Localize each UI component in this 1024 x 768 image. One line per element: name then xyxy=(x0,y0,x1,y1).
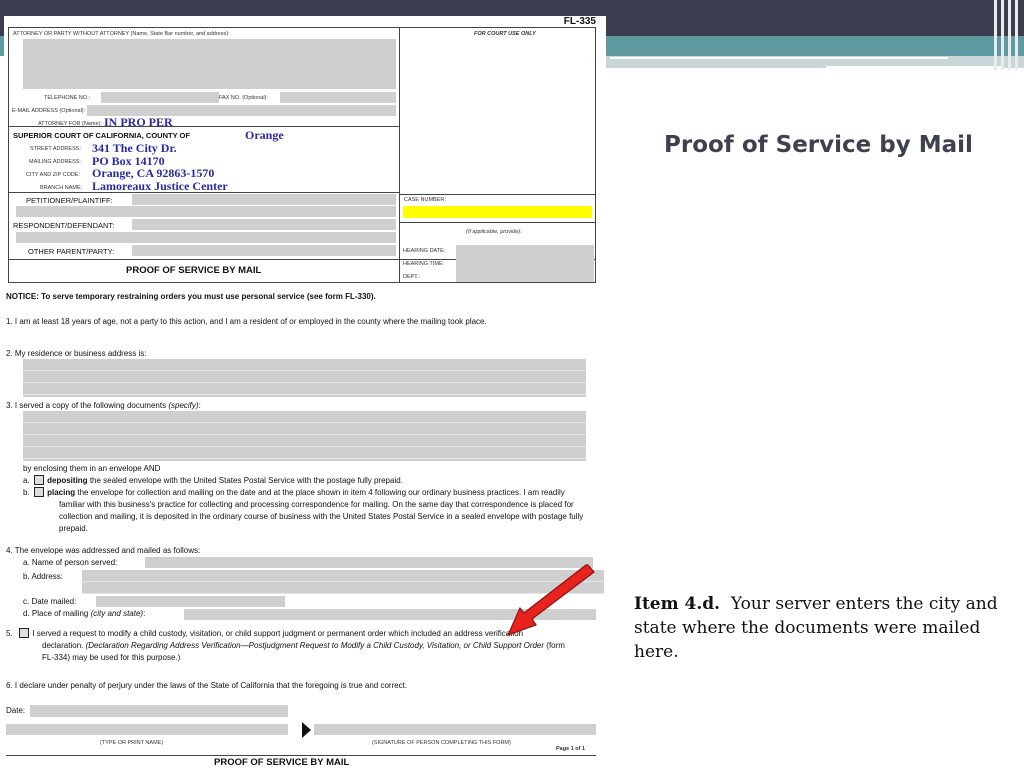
form-number: FL-335 xyxy=(563,16,596,27)
case-number-highlight xyxy=(403,206,592,218)
attorney-for-label: ATTORNEY FOR (Name): xyxy=(38,121,102,127)
attorney-label: ATTORNEY OR PARTY WITHOUT ATTORNEY (Name… xyxy=(13,31,230,37)
email-label: E-MAIL ADDRESS (Optional): xyxy=(12,108,86,114)
branch-value: Lamoreaux Justice Center xyxy=(92,179,228,193)
divider xyxy=(399,222,596,223)
checkbox-placing[interactable] xyxy=(34,487,45,497)
telephone-label: TELEPHONE NO.: xyxy=(44,95,91,101)
form-title: PROOF OF SERVICE BY MAIL xyxy=(126,265,262,276)
petitioner-redacted xyxy=(16,206,396,217)
item-4c: c. Date mailed: xyxy=(23,597,77,606)
date-mailed-redacted xyxy=(96,596,285,607)
case-number-label: CASE NUMBER: xyxy=(404,197,446,203)
enclosing-text: by enclosing them in an envelope AND xyxy=(23,464,161,473)
hearing-date-label: HEARING DATE: xyxy=(403,248,446,254)
documents-redacted xyxy=(23,411,586,461)
banner-line xyxy=(826,66,1004,68)
item-3a: a. depositing the sealed envelope with t… xyxy=(23,475,403,485)
slide-note: Item 4.d. Your server enters the city an… xyxy=(634,592,1004,664)
red-arrow-icon xyxy=(506,564,595,637)
petitioner-redacted xyxy=(132,194,396,205)
hearing-time-label: HEARING TIME: xyxy=(403,261,445,267)
note-label: Item 4.d. xyxy=(634,594,721,614)
other-parent-label: OTHER PARENT/PARTY: xyxy=(28,247,115,256)
hearing-redacted xyxy=(456,245,594,282)
attorney-for-value: IN PRO PER xyxy=(104,115,173,129)
checkbox-depositing[interactable] xyxy=(34,475,45,485)
court-label: SUPERIOR COURT OF CALIFORNIA, COUNTY OF xyxy=(13,131,190,140)
footer-divider xyxy=(6,755,596,756)
branch-label: BRANCH NAME: xyxy=(40,185,83,191)
item-4a: a. Name of person served: xyxy=(23,558,118,567)
banner-stripes xyxy=(992,0,1024,70)
if-applicable-label: (If applicable, provide): xyxy=(466,229,522,235)
signature-label: (SIGNATURE OF PERSON COMPLETING THIS FOR… xyxy=(372,740,511,746)
court-use-label: FOR COURT USE ONLY xyxy=(474,31,536,37)
item-4b: b. Address: xyxy=(23,572,64,581)
respondent-label: RESPONDENT/DEFENDANT: xyxy=(13,221,115,230)
item-5: 5. I served a request to modify a child … xyxy=(6,628,565,662)
respondent-redacted xyxy=(132,219,396,230)
respondent-redacted xyxy=(16,232,396,243)
footer-title: PROOF OF SERVICE BY MAIL xyxy=(214,757,350,768)
type-name-label: (TYPE OR PRINT NAME) xyxy=(100,740,164,746)
street-label: STREET ADDRESS: xyxy=(30,146,81,152)
item-1: 1. I am at least 18 years of age, not a … xyxy=(6,317,487,326)
form-fl335: FL-335 ATTORNEY OR PARTY WITHOUT ATTORNE… xyxy=(4,16,606,768)
telephone-redacted xyxy=(101,92,219,103)
county-value: Orange xyxy=(245,128,284,142)
dept-label: DEPT.: xyxy=(403,274,421,280)
divider xyxy=(399,194,596,195)
name-redacted xyxy=(6,724,288,735)
date-redacted xyxy=(30,705,288,717)
item-6: 6. I declare under penalty of perjury un… xyxy=(6,681,408,690)
page-label: Page 1 of 1 xyxy=(556,746,586,752)
mailing-label: MAILING ADDRESS: xyxy=(29,159,81,165)
date-label: Date: xyxy=(6,706,26,715)
slide-title: Proof of Service by Mail xyxy=(664,132,973,158)
checkbox-address-verification[interactable] xyxy=(19,628,30,638)
petitioner-label: PETITIONER/PLAINTIFF: xyxy=(26,196,113,205)
notice: NOTICE: To serve temporary restraining o… xyxy=(6,292,376,301)
signature-redacted xyxy=(314,724,596,735)
signature-arrow-icon xyxy=(302,722,311,738)
item-3b: b. placing the envelope for collection a… xyxy=(23,487,584,533)
fax-label: FAX NO. (Optional): xyxy=(219,95,268,101)
banner-line xyxy=(610,57,948,59)
fax-redacted xyxy=(280,92,396,103)
item-4d: d. Place of mailing (city and state): xyxy=(23,609,146,618)
city-label: CITY AND ZIP CODE: xyxy=(26,172,81,178)
address-redacted xyxy=(23,359,586,397)
item-4: 4. The envelope was addressed and mailed… xyxy=(6,546,201,555)
other-parent-redacted xyxy=(132,245,396,256)
attorney-redacted xyxy=(23,39,396,89)
